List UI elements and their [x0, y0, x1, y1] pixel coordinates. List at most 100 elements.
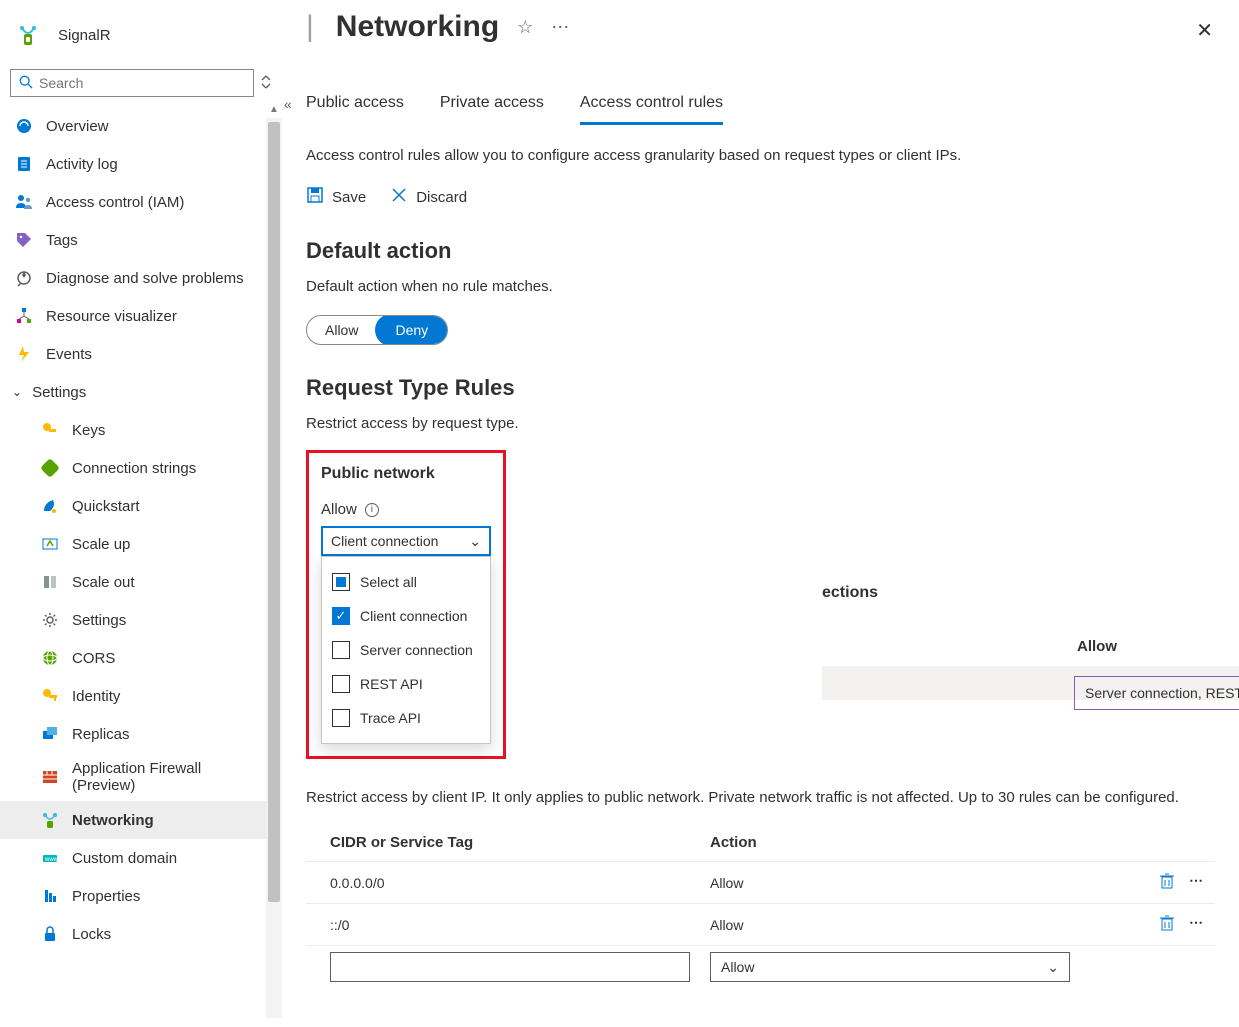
- sidebar-item-access-control[interactable]: Access control (IAM): [0, 183, 282, 221]
- sidebar-label: CORS: [72, 650, 115, 667]
- sidebar-scrollbar[interactable]: ▲: [266, 118, 282, 1018]
- allow-request-type-dropdown-list: Select all Client connection Server conn…: [321, 556, 491, 744]
- dropdown-option-server-connection[interactable]: Server connection: [322, 633, 490, 667]
- more-actions-button[interactable]: ⋯: [551, 17, 571, 38]
- overview-icon: [14, 117, 34, 135]
- sidebar-search[interactable]: [10, 69, 254, 97]
- highlight-box: Public network Allow i Client connection…: [306, 450, 506, 759]
- discard-icon: [390, 186, 408, 208]
- discard-button[interactable]: Discard: [390, 186, 467, 208]
- svg-text:www: www: [44, 857, 59, 863]
- sidebar-item-settings[interactable]: Settings: [0, 601, 282, 639]
- tab-public-access[interactable]: Public access: [306, 94, 404, 125]
- dropdown-option-rest-api[interactable]: REST API: [322, 667, 490, 701]
- cors-icon: [40, 649, 60, 667]
- brand-row: SignalR: [0, 14, 282, 69]
- checkbox-unchecked[interactable]: [332, 675, 350, 693]
- scrollbar-thumb[interactable]: [268, 122, 280, 902]
- ip-rule-row: ::/0 Allow ⋯: [306, 904, 1215, 946]
- sidebar-item-quickstart[interactable]: Quickstart: [0, 487, 282, 525]
- command-bar: Save Discard: [306, 186, 1215, 208]
- expand-collapse-icon[interactable]: [260, 74, 272, 93]
- new-cidr-input[interactable]: [330, 952, 690, 982]
- sidebar-label: Identity: [72, 688, 120, 705]
- info-icon[interactable]: i: [365, 503, 379, 517]
- sidebar-item-locks[interactable]: Locks: [0, 915, 282, 953]
- toggle-option-deny[interactable]: Deny: [375, 315, 448, 345]
- sidebar-item-app-firewall[interactable]: Application Firewall (Preview): [0, 753, 282, 801]
- sidebar-item-cors[interactable]: CORS: [0, 639, 282, 677]
- chevron-down-icon: ⌄: [12, 385, 22, 399]
- sidebar-item-replicas[interactable]: Replicas: [0, 715, 282, 753]
- sidebar-item-tags[interactable]: Tags: [0, 221, 282, 259]
- search-input[interactable]: [39, 75, 245, 91]
- checkbox-partial[interactable]: [332, 573, 350, 591]
- sidebar-item-overview[interactable]: Overview: [0, 107, 282, 145]
- scale-out-icon: [40, 573, 60, 591]
- properties-icon: [40, 887, 60, 905]
- sidebar-item-connection-strings[interactable]: Connection strings: [0, 449, 282, 487]
- collapse-sidebar-button[interactable]: «: [284, 96, 292, 112]
- ip-table-header: CIDR or Service Tag Action: [306, 828, 1215, 862]
- sidebar-label: Resource visualizer: [46, 308, 177, 325]
- sidebar-item-diagnose[interactable]: Diagnose and solve problems: [0, 259, 282, 297]
- row-more-button[interactable]: ⋯: [1189, 872, 1205, 893]
- private-allow-select[interactable]: Server connection, REST API, Trace API ⌄: [1074, 676, 1239, 710]
- sidebar-section-settings[interactable]: ⌄ Settings: [0, 373, 282, 411]
- dropdown-option-trace-api[interactable]: Trace API: [322, 701, 490, 735]
- tabs: Public access Private access Access cont…: [306, 94, 1215, 125]
- sidebar-label: Diagnose and solve problems: [46, 270, 244, 287]
- dropdown-option-client-connection[interactable]: Client connection: [322, 599, 490, 633]
- ip-rules-desc: Restrict access by client IP. It only ap…: [306, 787, 1215, 808]
- request-type-rules-heading: Request Type Rules: [306, 375, 1215, 401]
- dropdown-value: Client connection: [331, 533, 438, 549]
- sidebar-item-resource-visualizer[interactable]: Resource visualizer: [0, 297, 282, 335]
- sidebar-item-scale-out[interactable]: Scale out: [0, 563, 282, 601]
- diagnose-icon: [14, 269, 34, 287]
- new-action-select[interactable]: Allow ⌄: [710, 952, 1070, 982]
- checkbox-checked[interactable]: [332, 607, 350, 625]
- sidebar-item-networking[interactable]: Networking: [0, 801, 282, 839]
- firewall-icon: [40, 768, 60, 786]
- sidebar-label: Application Firewall (Preview): [72, 760, 222, 794]
- sidebar-item-properties[interactable]: Properties: [0, 877, 282, 915]
- allow-request-type-dropdown[interactable]: Client connection ⌄: [321, 526, 491, 556]
- brand-name: SignalR: [58, 27, 111, 44]
- cidr-value: ::/0: [330, 917, 710, 933]
- ip-rules-table: CIDR or Service Tag Action 0.0.0.0/0 All…: [306, 828, 1215, 988]
- scale-up-icon: [40, 535, 60, 553]
- dropdown-option-select-all[interactable]: Select all: [322, 565, 490, 599]
- sidebar-item-identity[interactable]: Identity: [0, 677, 282, 715]
- scroll-up-arrow-icon[interactable]: ▲: [269, 104, 279, 115]
- favorite-star-button[interactable]: ☆: [517, 17, 533, 38]
- checkbox-unchecked[interactable]: [332, 709, 350, 727]
- sidebar-item-activity-log[interactable]: Activity log: [0, 145, 282, 183]
- tab-access-control-rules[interactable]: Access control rules: [580, 94, 723, 125]
- sidebar-section-label: Settings: [32, 384, 86, 401]
- row-more-button[interactable]: ⋯: [1189, 914, 1205, 935]
- delete-row-button[interactable]: [1159, 872, 1175, 893]
- private-allow-value: Server connection, REST API, Trace API: [1085, 685, 1239, 701]
- sidebar-label: Keys: [72, 422, 105, 439]
- action-value: Allow: [710, 917, 1090, 933]
- sidebar-item-custom-domain[interactable]: www Custom domain: [0, 839, 282, 877]
- save-button[interactable]: Save: [306, 186, 366, 208]
- sidebar-item-keys[interactable]: Keys: [0, 411, 282, 449]
- default-action-toggle[interactable]: Allow Deny: [306, 315, 448, 345]
- delete-row-button[interactable]: [1159, 914, 1175, 935]
- toggle-option-allow[interactable]: Allow: [307, 316, 376, 344]
- gear-icon: [40, 611, 60, 629]
- allow-column-header: Allow: [1077, 638, 1117, 655]
- close-blade-button[interactable]: ✕: [1196, 18, 1213, 43]
- sidebar-label: Connection strings: [72, 460, 196, 477]
- ip-rule-new-row: Allow ⌄: [306, 946, 1215, 988]
- sidebar-item-events[interactable]: Events: [0, 335, 282, 373]
- tab-private-access[interactable]: Private access: [440, 94, 544, 125]
- sidebar-label: Scale up: [72, 536, 130, 553]
- sidebar-item-scale-up[interactable]: Scale up: [0, 525, 282, 563]
- sidebar-label: Scale out: [72, 574, 135, 591]
- keys-icon: [40, 421, 60, 439]
- option-label: Server connection: [360, 642, 473, 658]
- checkbox-unchecked[interactable]: [332, 641, 350, 659]
- tab-description: Access control rules allow you to config…: [306, 147, 1215, 164]
